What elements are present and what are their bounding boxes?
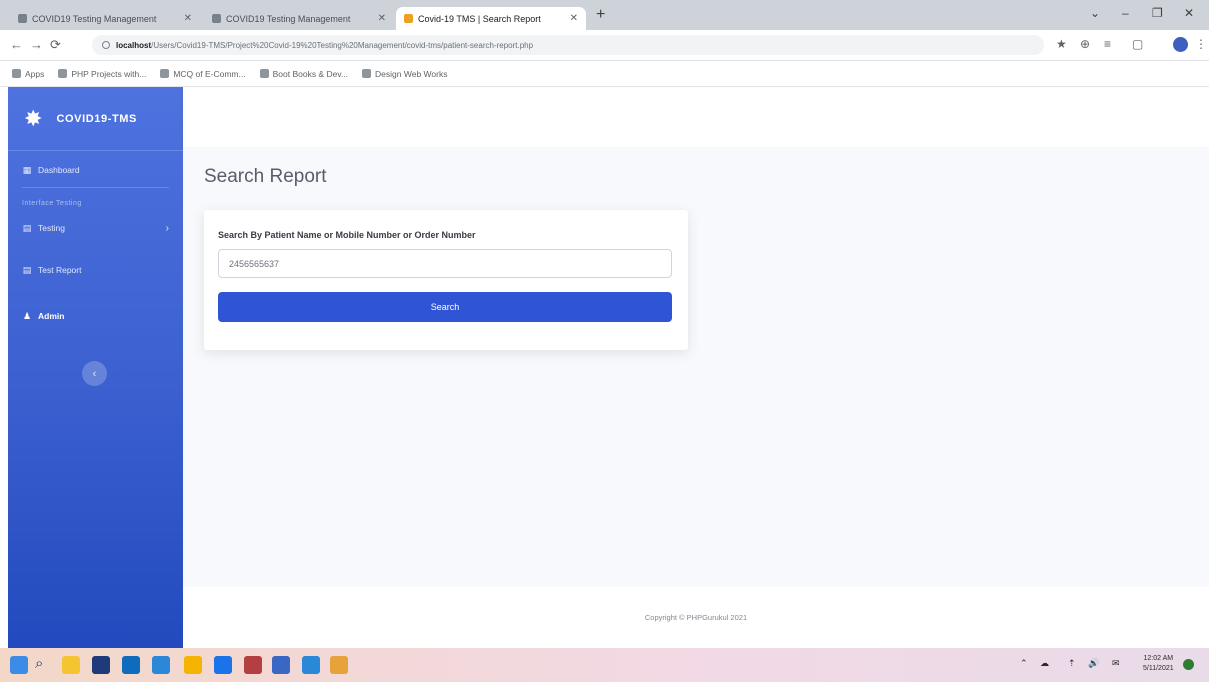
extension-icon[interactable]: ⊕ xyxy=(1080,37,1090,51)
tab-close-icon[interactable]: ✕ xyxy=(184,13,192,24)
app-icon[interactable] xyxy=(272,656,290,674)
sidepanel-icon[interactable]: ▢ xyxy=(1132,37,1143,51)
browser-tab-2[interactable]: COVID19 Testing Management ✕ xyxy=(204,7,394,30)
close-window-icon[interactable]: ✕ xyxy=(1184,6,1194,20)
sidebar-item-test-report[interactable]: ▤ Test Report xyxy=(8,259,183,281)
onedrive-icon[interactable]: ☁ xyxy=(1040,658,1049,669)
file-explorer-icon[interactable] xyxy=(152,656,170,674)
bookmark-item[interactable]: Boot Books & Dev... xyxy=(259,69,348,79)
clock-time: 12:02 AM xyxy=(1143,655,1174,662)
volume-icon[interactable]: 🔊 xyxy=(1088,658,1099,669)
reload-icon[interactable]: ⟳ xyxy=(50,37,61,53)
browser-tab-1[interactable]: COVID19 Testing Management ✕ xyxy=(10,7,200,30)
taskbar: ⌕ ⌃ ☁ ⇡ 🔊 ✉ 12:02 AM 5/11/2021 xyxy=(0,648,1209,682)
store-icon[interactable] xyxy=(214,656,232,674)
sidebar-item-dashboard[interactable]: ▦ Dashboard xyxy=(8,159,183,181)
forward-icon[interactable]: → xyxy=(30,37,43,52)
bookmark-apps[interactable]: Apps xyxy=(12,69,44,79)
bookmark-item[interactable]: PHP Projects with... xyxy=(58,69,146,79)
url-path: /Users/Covid19-TMS/Project%20Covid-19%20… xyxy=(151,40,534,50)
sidebar-brand[interactable]: ✸ COVID19-TMS xyxy=(8,87,183,151)
tab-close-icon[interactable]: ✕ xyxy=(378,13,386,24)
tab-title: COVID19 Testing Management xyxy=(32,13,157,24)
widgets-icon[interactable] xyxy=(92,656,110,674)
topbar xyxy=(183,87,1209,147)
sidebar: ✸ COVID19-TMS ▦ Dashboard Interface Test… xyxy=(8,87,183,648)
reading-list-icon[interactable]: ≡ xyxy=(1104,37,1111,51)
task-view-icon[interactable] xyxy=(62,656,80,674)
edge-icon[interactable] xyxy=(184,656,202,674)
sidebar-item-testing[interactable]: ▤ Testing › xyxy=(8,213,183,243)
bookmark-icon xyxy=(58,69,68,78)
tray-overflow-icon[interactable]: ⌃ xyxy=(1020,658,1028,669)
back-icon[interactable]: ← xyxy=(10,37,23,52)
sidebar-item-label: Test Report xyxy=(38,265,82,275)
chevron-left-icon: ‹ xyxy=(92,367,97,380)
browser-toolbar: ← → ⟳ localhost /Users/Covid19-TMS/Proje… xyxy=(0,30,1209,61)
search-card: Search By Patient Name or Mobile Number … xyxy=(204,210,688,350)
search-icon[interactable]: ⌕ xyxy=(35,655,43,672)
minimize-icon[interactable]: – xyxy=(1122,6,1129,20)
windows-start-icon[interactable] xyxy=(10,656,28,674)
search-label: Search By Patient Name or Mobile Number … xyxy=(218,230,476,240)
search-button[interactable]: Search xyxy=(218,292,672,322)
sidebar-item-admin[interactable]: ♟ Admin xyxy=(8,305,183,327)
bookmarks-bar: Apps PHP Projects with... MCQ of E-Comm.… xyxy=(0,61,1209,87)
site-info-icon[interactable] xyxy=(102,41,110,49)
network-icon[interactable]: ⇡ xyxy=(1068,658,1076,669)
new-tab-icon[interactable]: + xyxy=(596,6,605,24)
footer: Copyright © PHPGurukul 2021 xyxy=(183,587,1209,648)
report-icon: ▤ xyxy=(22,264,32,275)
maximize-icon[interactable]: ❐ xyxy=(1152,6,1163,20)
bookmark-icon xyxy=(362,69,372,78)
menu-icon[interactable]: ⋮ xyxy=(1195,37,1207,51)
address-bar[interactable]: localhost /Users/Covid19-TMS/Project%20C… xyxy=(92,35,1044,55)
browser-tab-strip: COVID19 Testing Management ✕ COVID19 Tes… xyxy=(0,0,1209,30)
chevron-right-icon: › xyxy=(165,222,169,234)
page-title: Search Report xyxy=(204,166,327,187)
sidebar-item-label: Admin xyxy=(38,311,65,321)
search-input[interactable] xyxy=(218,249,672,278)
sidebar-divider xyxy=(22,187,169,188)
chrome-icon[interactable] xyxy=(302,656,320,674)
app-icon[interactable] xyxy=(244,656,262,674)
testing-icon: ▤ xyxy=(22,222,32,233)
tab-search-icon[interactable]: ⌄ xyxy=(1090,6,1100,20)
star-icon[interactable]: ★ xyxy=(1056,37,1067,51)
main-content: Search Report Search By Patient Name or … xyxy=(183,147,1209,587)
bookmark-item[interactable]: Design Web Works xyxy=(362,69,447,79)
tab-title: COVID19 Testing Management xyxy=(226,13,351,24)
chat-icon[interactable] xyxy=(122,656,140,674)
clock-date: 5/11/2021 xyxy=(1143,665,1174,672)
notification-icon[interactable] xyxy=(1183,659,1194,670)
tab-title: Covid-19 TMS | Search Report xyxy=(418,13,541,24)
favicon-icon xyxy=(212,14,221,23)
sidebar-item-label: Testing xyxy=(38,223,65,233)
mail-icon[interactable]: ✉ xyxy=(1112,658,1120,669)
tab-close-icon[interactable]: ✕ xyxy=(570,13,578,24)
user-icon: ♟ xyxy=(22,310,32,321)
brand-name: COVID19-TMS xyxy=(56,112,137,125)
browser-tab-3-active[interactable]: Covid-19 TMS | Search Report ✕ xyxy=(396,7,586,30)
favicon-icon xyxy=(18,14,27,23)
dashboard-icon: ▦ xyxy=(22,164,32,175)
profile-avatar[interactable] xyxy=(1173,37,1188,52)
system-clock[interactable]: 12:02 AM 5/11/2021 xyxy=(1143,654,1174,674)
bookmark-item[interactable]: MCQ of E-Comm... xyxy=(160,69,246,79)
sidebar-heading: Interface Testing xyxy=(22,200,82,207)
apps-icon xyxy=(12,69,21,78)
bookmark-icon xyxy=(259,69,269,78)
notepad-icon[interactable] xyxy=(330,656,348,674)
sidebar-toggle-button[interactable]: ‹ xyxy=(82,361,107,386)
favicon-icon xyxy=(404,14,413,23)
virus-icon: ✸ xyxy=(24,105,43,131)
bookmark-icon xyxy=(160,69,170,78)
sidebar-item-label: Dashboard xyxy=(38,165,80,175)
url-host: localhost xyxy=(116,40,152,50)
copyright-text: Copyright © PHPGurukul 2021 xyxy=(644,613,748,622)
